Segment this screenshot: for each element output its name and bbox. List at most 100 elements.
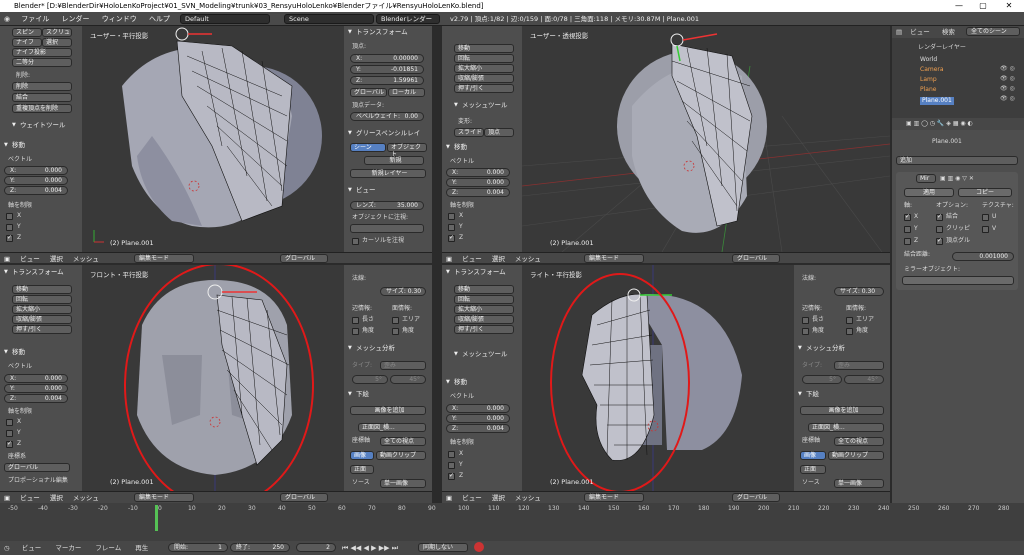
- editor-type-icon[interactable]: ▤: [896, 28, 902, 36]
- constraint-x-checkbox[interactable]: [6, 213, 13, 220]
- constraint-z-checkbox[interactable]: [448, 472, 455, 480]
- sync-mode-select[interactable]: 同期しない: [418, 543, 468, 552]
- shrink-fatten-button[interactable]: 収縮/膨張: [454, 315, 514, 324]
- transform-panel[interactable]: トランスフォーム: [4, 267, 64, 277]
- vector-z-field[interactable]: Z: 0.004: [4, 186, 68, 195]
- menu-frame[interactable]: フレーム: [95, 544, 121, 552]
- orientation-select[interactable]: グローバル: [732, 254, 780, 263]
- delete-dropdown[interactable]: 削除: [12, 82, 72, 91]
- vector-y-field[interactable]: Y: 0.000: [4, 176, 68, 185]
- face-angle-checkbox[interactable]: [392, 328, 399, 335]
- move-operator-panel[interactable]: 移動: [4, 140, 25, 150]
- mesh-tools-panel[interactable]: メッシュツール: [454, 349, 508, 359]
- vector-z-field[interactable]: Z: 0.004: [4, 394, 68, 403]
- push-pull-button[interactable]: 押す/引く: [454, 325, 514, 334]
- range-min-field[interactable]: 5°: [802, 375, 842, 384]
- mirror-v-checkbox[interactable]: [982, 226, 989, 233]
- face-area-checkbox[interactable]: [846, 317, 853, 324]
- menu-view[interactable]: ビュー: [910, 28, 930, 36]
- constraint-y-checkbox[interactable]: [6, 430, 13, 437]
- menu-window[interactable]: ウィンドウ: [97, 12, 142, 26]
- menu-view[interactable]: ビュー: [22, 544, 42, 552]
- normals-size-field[interactable]: サイズ: 0.30: [834, 287, 884, 296]
- menu-search[interactable]: 検索: [942, 28, 955, 36]
- viewport-front-ortho[interactable]: フロント・平行投影 (2) Plane.001: [82, 265, 344, 491]
- blender-icon[interactable]: ◉: [0, 12, 14, 26]
- mode-select[interactable]: 編集モード: [134, 254, 194, 263]
- current-frame-field[interactable]: 2: [296, 543, 336, 552]
- face-angle-checkbox[interactable]: [846, 328, 853, 335]
- merge-dropdown[interactable]: 結合: [12, 93, 72, 102]
- shrink-fatten-button[interactable]: 収縮/膨張: [12, 315, 72, 324]
- scale-button[interactable]: 拡大縮小: [454, 305, 514, 314]
- vector-z-field[interactable]: Z: 0.004: [446, 188, 510, 197]
- scene-select[interactable]: Scene: [284, 14, 374, 24]
- mesh-analysis-panel[interactable]: メッシュ分析: [348, 343, 395, 353]
- viewport-user-ortho[interactable]: ユーザー・平行投影 (2) Plane.001: [82, 26, 344, 252]
- axis-select[interactable]: 全ての視点: [380, 437, 426, 446]
- vector-x-field[interactable]: X: 0.000: [4, 166, 68, 175]
- lock-object-field[interactable]: [350, 224, 424, 233]
- transform-panel[interactable]: トランスフォーム: [348, 27, 408, 37]
- movie-clip-toggle[interactable]: 動画クリップ: [828, 451, 884, 460]
- source-select[interactable]: 単一画像: [834, 479, 884, 488]
- outliner-item[interactable]: Plane: [920, 86, 936, 94]
- lens-field[interactable]: レンズ: 35.000: [350, 201, 424, 210]
- vector-y-field[interactable]: Y: 0.000: [4, 384, 68, 393]
- rotate-button[interactable]: 回転: [12, 295, 72, 304]
- vertex-x-field[interactable]: X: 0.00000: [350, 54, 424, 63]
- gp-new-layer-button[interactable]: 新規レイヤー: [350, 169, 426, 178]
- constraint-y-checkbox[interactable]: [448, 224, 455, 231]
- start-frame-field[interactable]: 開始: 1: [168, 543, 228, 552]
- add-modifier-dropdown[interactable]: 追加: [896, 156, 1018, 165]
- image-toggle[interactable]: 画像: [350, 451, 374, 460]
- gp-new-button[interactable]: 新規: [364, 156, 424, 165]
- properties-tabs[interactable]: ▣ ▥ ◯ ◷ 🔧 ◈ ▦ ◉ ◐: [892, 118, 1024, 130]
- render-engine-select[interactable]: Blenderレンダー: [376, 14, 440, 24]
- slide-button[interactable]: スライド: [454, 128, 484, 137]
- menu-file[interactable]: ファイル: [16, 12, 54, 26]
- source-select[interactable]: 単一画像: [380, 479, 426, 488]
- constraint-x-checkbox[interactable]: [448, 451, 455, 458]
- analysis-type-select[interactable]: 歪み: [380, 361, 426, 370]
- shrink-fatten-button[interactable]: 収縮/膨張: [454, 74, 514, 83]
- mirror-x-checkbox[interactable]: [904, 213, 911, 221]
- menu-render[interactable]: レンダー: [56, 12, 94, 26]
- close-icon[interactable]: ✕: [998, 0, 1020, 12]
- face-area-checkbox[interactable]: [392, 317, 399, 324]
- global-toggle[interactable]: グローバル: [350, 88, 387, 97]
- merge-checkbox[interactable]: [936, 213, 943, 221]
- constraint-y-checkbox[interactable]: [6, 224, 13, 231]
- rotate-button[interactable]: 回転: [454, 295, 514, 304]
- mode-select[interactable]: 編集モード: [584, 493, 644, 502]
- menu-playback[interactable]: 再生: [135, 544, 148, 552]
- constraint-z-checkbox[interactable]: [6, 234, 13, 242]
- mesh-tools-panel[interactable]: メッシュツール: [454, 100, 508, 110]
- knife-project-button[interactable]: ナイフ投影: [12, 48, 72, 57]
- grease-pencil-panel[interactable]: グリースペンシルレイ: [348, 128, 420, 138]
- constraint-y-checkbox[interactable]: [448, 462, 455, 469]
- outliner-item[interactable]: Lamp: [920, 76, 937, 84]
- apply-button[interactable]: 適用: [904, 188, 954, 197]
- add-image-button[interactable]: 画像を追加: [350, 406, 426, 415]
- merge-limit-field[interactable]: 0.001000: [952, 252, 1014, 261]
- mirror-y-checkbox[interactable]: [904, 226, 911, 233]
- range-max-field[interactable]: 45°: [390, 375, 426, 384]
- vector-x-field[interactable]: X: 0.000: [446, 404, 510, 413]
- gp-object-toggle[interactable]: オブジェクト: [387, 143, 427, 158]
- spin-button[interactable]: スピン: [12, 28, 42, 37]
- outliner-item[interactable]: レンダーレイヤー: [918, 44, 966, 52]
- editor-type-icon[interactable]: ◷: [4, 544, 10, 552]
- vector-x-field[interactable]: X: 0.000: [446, 168, 510, 177]
- view-panel[interactable]: ビュー: [348, 185, 376, 195]
- edge-length-checkbox[interactable]: [802, 317, 809, 324]
- vertex-groups-checkbox[interactable]: [936, 237, 943, 245]
- transform-panel[interactable]: トランスフォーム: [446, 267, 506, 277]
- constraint-z-checkbox[interactable]: [6, 440, 13, 448]
- minimize-icon[interactable]: —: [948, 0, 970, 12]
- rotate-button[interactable]: 回転: [454, 54, 514, 63]
- gp-scene-toggle[interactable]: シーン: [350, 143, 386, 152]
- area-divider-horizontal[interactable]: [0, 263, 890, 265]
- constraint-x-checkbox[interactable]: [448, 213, 455, 220]
- normals-size-field[interactable]: サイズ: 0.30: [380, 287, 426, 296]
